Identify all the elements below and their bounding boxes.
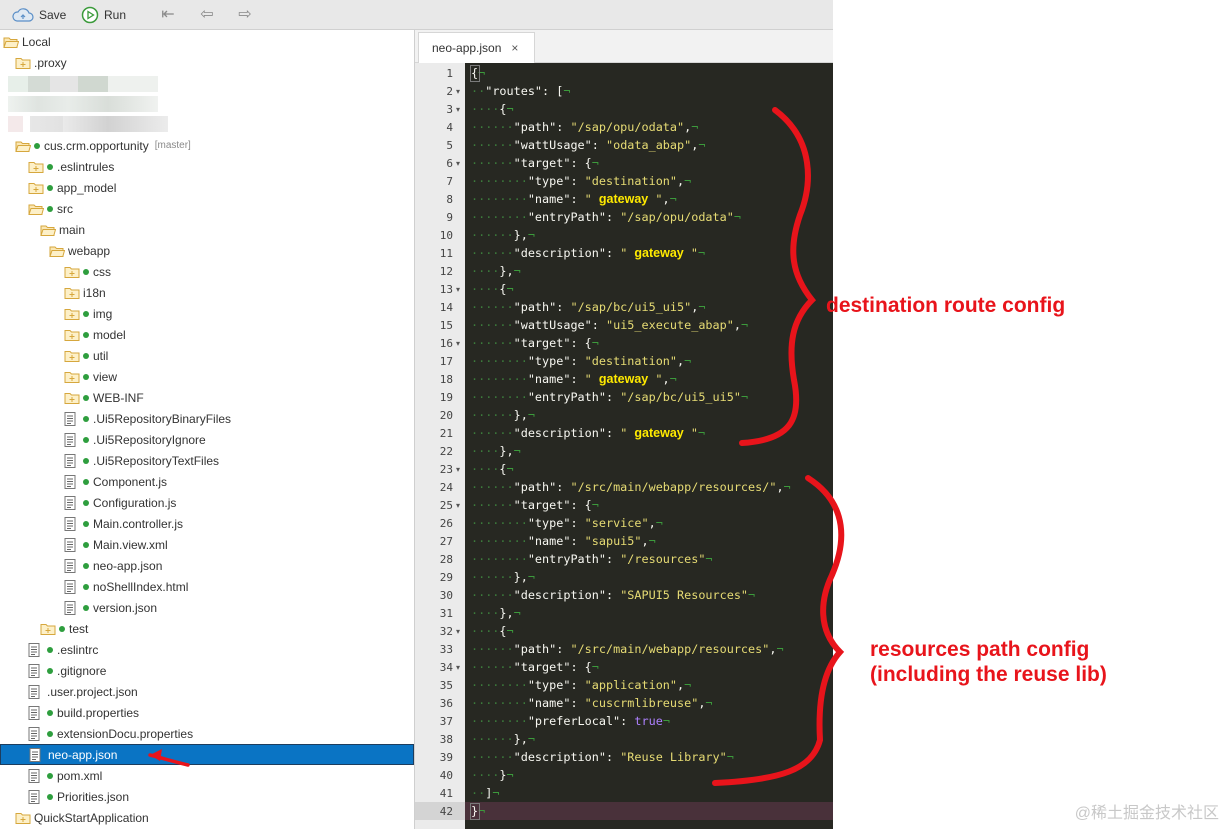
annotation-resources-path-config: resources path config (including the reu…	[870, 638, 1107, 686]
annotation-brace-destination	[739, 107, 817, 446]
arrow-head-icon	[150, 749, 162, 761]
watermark: @稀土掘金技术社区	[1074, 805, 1219, 822]
annotation-brace-resources	[712, 475, 845, 786]
annotation-destination-route-config: destination route config	[826, 294, 1066, 317]
annotation-overlay	[148, 107, 845, 786]
